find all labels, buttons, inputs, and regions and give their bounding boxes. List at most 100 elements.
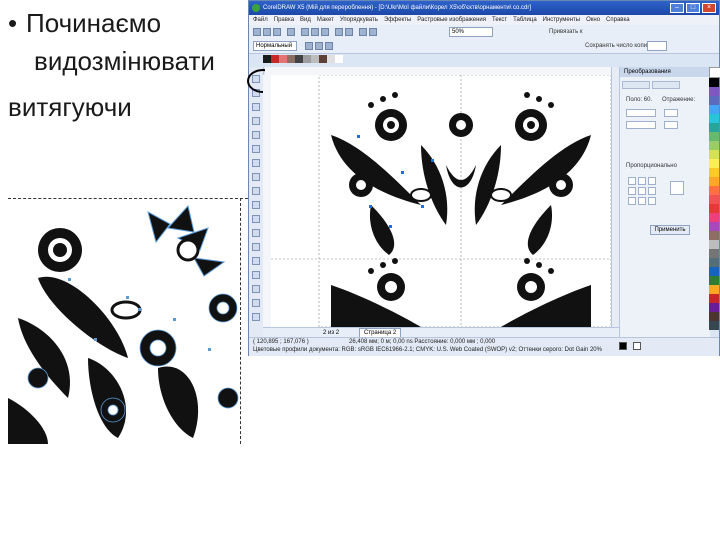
cut-icon[interactable] [301, 28, 309, 36]
close-icon[interactable]: × [702, 3, 716, 13]
mirror-v-button[interactable] [664, 121, 678, 129]
color-swatch[interactable] [709, 168, 719, 177]
blend-tool-icon[interactable] [252, 271, 260, 279]
mirror-h-button[interactable] [664, 109, 678, 117]
import-icon[interactable] [359, 28, 367, 36]
color-swatch[interactable] [709, 276, 719, 285]
menu-item-view[interactable]: Вид [300, 15, 311, 25]
print-icon[interactable] [287, 28, 295, 36]
palette-swatch[interactable] [263, 55, 271, 63]
menu-item-table[interactable]: Таблица [513, 15, 537, 25]
color-swatch[interactable] [709, 96, 719, 105]
text-tool-icon[interactable] [252, 215, 260, 223]
menu-item-layout[interactable]: Макет [317, 15, 334, 25]
color-swatch[interactable] [709, 186, 719, 195]
color-swatch[interactable] [709, 141, 719, 150]
dimension-tool-icon[interactable] [252, 243, 260, 251]
redo-icon[interactable] [345, 28, 353, 36]
color-swatch[interactable] [709, 114, 719, 123]
color-swatch[interactable] [709, 159, 719, 168]
zoom-tool-icon[interactable] [252, 117, 260, 125]
style-combo[interactable]: Нормальный [253, 41, 297, 51]
snap-label[interactable]: Привязать к [549, 29, 583, 35]
prop-icon-2[interactable] [315, 42, 323, 50]
minimize-icon[interactable]: – [670, 3, 684, 13]
menu-item-file[interactable]: Файл [253, 15, 268, 25]
palette-swatch[interactable] [335, 55, 343, 63]
paste-icon[interactable] [321, 28, 329, 36]
menu-item-arrange[interactable]: Упорядкувать [340, 15, 378, 25]
menu-item-text[interactable]: Текст [492, 15, 507, 25]
color-swatch[interactable] [709, 267, 719, 276]
vertical-field[interactable] [626, 121, 656, 129]
color-swatch[interactable] [709, 78, 719, 87]
menu-item-edit[interactable]: Правка [274, 15, 294, 25]
menu-item-bitmaps[interactable]: Растровые изображения [417, 15, 486, 25]
palette-swatch[interactable] [319, 55, 327, 63]
drawing-canvas[interactable] [271, 75, 611, 327]
basic-shapes-tool-icon[interactable] [252, 201, 260, 209]
table-tool-icon[interactable] [252, 229, 260, 237]
palette-swatch[interactable] [287, 55, 295, 63]
horizontal-field[interactable] [626, 109, 656, 117]
color-swatch[interactable] [709, 177, 719, 186]
palette-swatch[interactable] [311, 55, 319, 63]
copies-field[interactable] [647, 41, 667, 51]
palette-swatch[interactable] [271, 55, 279, 63]
proportional-checkbox[interactable]: Пропорционально [626, 163, 677, 169]
color-swatch[interactable] [709, 258, 719, 267]
color-swatch[interactable] [709, 294, 719, 303]
color-swatch[interactable] [709, 105, 719, 114]
palette-swatch[interactable] [295, 55, 303, 63]
outline-tool-icon[interactable] [252, 299, 260, 307]
palette-swatch[interactable] [303, 55, 311, 63]
prop-icon-3[interactable] [325, 42, 333, 50]
save-icon[interactable] [273, 28, 281, 36]
open-icon[interactable] [263, 28, 271, 36]
color-swatch[interactable] [709, 67, 720, 78]
color-swatch[interactable] [709, 240, 719, 249]
ellipse-tool-icon[interactable] [252, 173, 260, 181]
color-swatch[interactable] [709, 123, 719, 132]
export-icon[interactable] [369, 28, 377, 36]
color-swatch[interactable] [709, 87, 719, 96]
maximize-icon[interactable]: □ [686, 3, 700, 13]
polygon-tool-icon[interactable] [252, 187, 260, 195]
copy-icon[interactable] [311, 28, 319, 36]
color-swatch[interactable] [709, 195, 719, 204]
tab-position[interactable] [622, 81, 650, 89]
palette-swatch[interactable] [279, 55, 287, 63]
color-swatch[interactable] [709, 132, 719, 141]
zoom-combo[interactable]: 50% [449, 27, 493, 37]
color-swatch[interactable] [709, 231, 719, 240]
outline-swatch[interactable] [633, 342, 641, 350]
new-icon[interactable] [253, 28, 261, 36]
color-swatch[interactable] [709, 285, 719, 294]
apply-button[interactable]: Применить [650, 225, 690, 235]
menu-item-tools[interactable]: Инструменты [543, 15, 580, 25]
crop-tool-icon[interactable] [252, 103, 260, 111]
undo-icon[interactable] [335, 28, 343, 36]
eyedropper-tool-icon[interactable] [252, 285, 260, 293]
color-swatch[interactable] [709, 204, 719, 213]
color-swatch[interactable] [709, 222, 719, 231]
anchor-grid[interactable] [628, 177, 656, 205]
color-swatch[interactable] [709, 150, 719, 159]
rectangle-tool-icon[interactable] [252, 159, 260, 167]
tab-rotate[interactable] [652, 81, 680, 89]
prop-icon-1[interactable] [305, 42, 313, 50]
color-swatch[interactable] [709, 312, 719, 321]
menu-item-window[interactable]: Окно [586, 15, 600, 25]
connector-tool-icon[interactable] [252, 257, 260, 265]
smart-fill-tool-icon[interactable] [252, 145, 260, 153]
color-swatch[interactable] [709, 213, 719, 222]
freehand-tool-icon[interactable] [252, 131, 260, 139]
fill-swatch[interactable] [619, 342, 627, 350]
menu-item-effects[interactable]: Эффекты [384, 15, 411, 25]
fill-tool-icon[interactable] [252, 313, 260, 321]
color-swatch[interactable] [709, 321, 719, 330]
palette-swatch[interactable] [327, 55, 335, 63]
menu-item-help[interactable]: Справка [606, 15, 630, 25]
color-swatch[interactable] [709, 249, 719, 258]
color-swatch[interactable] [709, 303, 719, 312]
